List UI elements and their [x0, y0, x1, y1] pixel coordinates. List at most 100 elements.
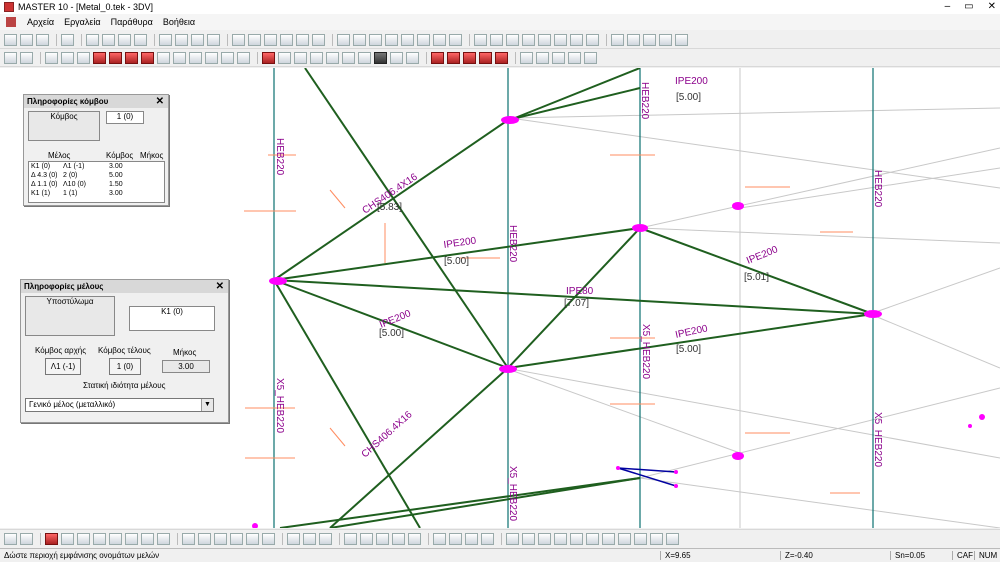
label-icon[interactable]: [157, 51, 170, 64]
move-icon[interactable]: [627, 33, 640, 46]
snap-mid-icon[interactable]: [198, 532, 211, 545]
snap-near-icon[interactable]: [246, 532, 259, 545]
load-icon[interactable]: [522, 33, 535, 46]
member-name-field[interactable]: K1 (0): [129, 306, 215, 331]
undo-view-icon[interactable]: [4, 532, 17, 545]
level-3-icon[interactable]: [463, 51, 476, 64]
cross-icon[interactable]: [481, 532, 494, 545]
cube-left-icon[interactable]: [342, 51, 355, 64]
length-icon[interactable]: [173, 51, 186, 64]
static-property-select[interactable]: Γενικό μέλος (μεταλλικό) ▼: [25, 398, 214, 412]
image-icon[interactable]: [369, 33, 382, 46]
section-names-icon[interactable]: [221, 51, 234, 64]
save-icon[interactable]: [36, 33, 49, 46]
hand-icon[interactable]: [611, 33, 624, 46]
symbol-icon[interactable]: [296, 33, 309, 46]
hatch-a-icon[interactable]: [506, 532, 519, 545]
axes-icon[interactable]: [433, 33, 446, 46]
view-3-icon[interactable]: [77, 51, 90, 64]
view-2-icon[interactable]: [61, 51, 74, 64]
plot-icon[interactable]: [61, 33, 74, 46]
zoom-out-icon[interactable]: [77, 532, 90, 545]
table-row[interactable]: Δ 4.3 (0) 2 (0) 5.00: [29, 171, 164, 180]
rotate-icon[interactable]: [643, 33, 656, 46]
print-preview-icon[interactable]: [118, 33, 131, 46]
zoom-prev-icon[interactable]: [125, 532, 138, 545]
table-row[interactable]: K1 (0) Λ1 (-1) 3.00: [29, 162, 164, 171]
cube-iso-icon[interactable]: [406, 51, 419, 64]
table-grid-icon[interactable]: [319, 532, 332, 545]
cube-top-icon[interactable]: [390, 51, 403, 64]
menu-help[interactable]: Βοήθεια: [158, 17, 200, 27]
table-view-icon[interactable]: [287, 532, 300, 545]
snap-perp-icon[interactable]: [230, 532, 243, 545]
arrow-down-icon[interactable]: [568, 51, 581, 64]
tools-icon[interactable]: [312, 33, 325, 46]
level-5-icon[interactable]: [495, 51, 508, 64]
cube-right-icon[interactable]: [358, 51, 371, 64]
building-icon[interactable]: [490, 33, 503, 46]
dimension-icon[interactable]: [248, 33, 261, 46]
member-panel-close-icon[interactable]: ✕: [216, 280, 224, 293]
arrow-up-icon[interactable]: [552, 51, 565, 64]
draw-arc-icon[interactable]: [207, 33, 220, 46]
results-icon[interactable]: [570, 33, 583, 46]
warning-icon[interactable]: [45, 532, 58, 545]
cursor-icon[interactable]: [465, 532, 478, 545]
layer-icon[interactable]: [337, 33, 350, 46]
snap-end-icon[interactable]: [182, 532, 195, 545]
wire-icon[interactable]: [294, 51, 307, 64]
ortho-icon[interactable]: [417, 33, 430, 46]
undo-icon[interactable]: [675, 33, 688, 46]
new-file-icon[interactable]: [4, 33, 17, 46]
zoom-window-icon[interactable]: [93, 532, 106, 545]
draw-circle-icon[interactable]: [191, 33, 204, 46]
redraw-icon[interactable]: [157, 532, 170, 545]
table-icon[interactable]: [449, 33, 462, 46]
print-icon[interactable]: [102, 33, 115, 46]
block-icon[interactable]: [353, 33, 366, 46]
level-2-icon[interactable]: [447, 51, 460, 64]
delete-icon[interactable]: [659, 33, 672, 46]
menu-windows[interactable]: Παράθυρα: [106, 17, 158, 27]
rect-a-icon[interactable]: [570, 532, 583, 545]
end-node-button[interactable]: 1 (0): [109, 358, 141, 375]
snap-int-icon[interactable]: [214, 532, 227, 545]
export-icon[interactable]: [134, 33, 147, 46]
hatch-b-icon[interactable]: [522, 532, 535, 545]
snap-icon[interactable]: [401, 33, 414, 46]
para-icon[interactable]: [586, 532, 599, 545]
copy-icon[interactable]: [86, 33, 99, 46]
table-row[interactable]: K1 (1) 1 (1) 3.00: [29, 189, 164, 198]
frame-3d-icon[interactable]: [262, 51, 275, 64]
text-b-icon[interactable]: [360, 532, 373, 545]
pattern-b-icon[interactable]: [650, 532, 663, 545]
cube-front-icon[interactable]: [310, 51, 323, 64]
node-value-field[interactable]: 1 (0): [106, 111, 144, 124]
grid-icon[interactable]: [385, 33, 398, 46]
draw-line-icon[interactable]: [159, 33, 172, 46]
menu-files[interactable]: Αρχεία: [22, 17, 59, 27]
cube-back-icon[interactable]: [326, 51, 339, 64]
cube-dark-icon[interactable]: [374, 51, 387, 64]
stack-icon[interactable]: [666, 532, 679, 545]
text-c-icon[interactable]: [392, 532, 405, 545]
arrow-left-icon[interactable]: [520, 51, 533, 64]
select-icon[interactable]: [4, 51, 17, 64]
add-line-icon[interactable]: [449, 532, 462, 545]
chevron-down-icon[interactable]: ▼: [201, 399, 213, 411]
open-folder-icon[interactable]: [584, 51, 597, 64]
zoom-all-icon[interactable]: [109, 532, 122, 545]
line-a-icon[interactable]: [538, 532, 551, 545]
add-point-icon[interactable]: [433, 532, 446, 545]
red-cube-icon[interactable]: [93, 51, 106, 64]
arrow-right-icon[interactable]: [536, 51, 549, 64]
support-icon[interactable]: [506, 33, 519, 46]
frame-icon[interactable]: [474, 33, 487, 46]
redo-view-icon[interactable]: [20, 532, 33, 545]
document-icon[interactable]: [6, 17, 16, 27]
pattern-icon[interactable]: [280, 33, 293, 46]
member-names-icon[interactable]: [205, 51, 218, 64]
pattern-a-icon[interactable]: [634, 532, 647, 545]
draw-rect-icon[interactable]: [175, 33, 188, 46]
